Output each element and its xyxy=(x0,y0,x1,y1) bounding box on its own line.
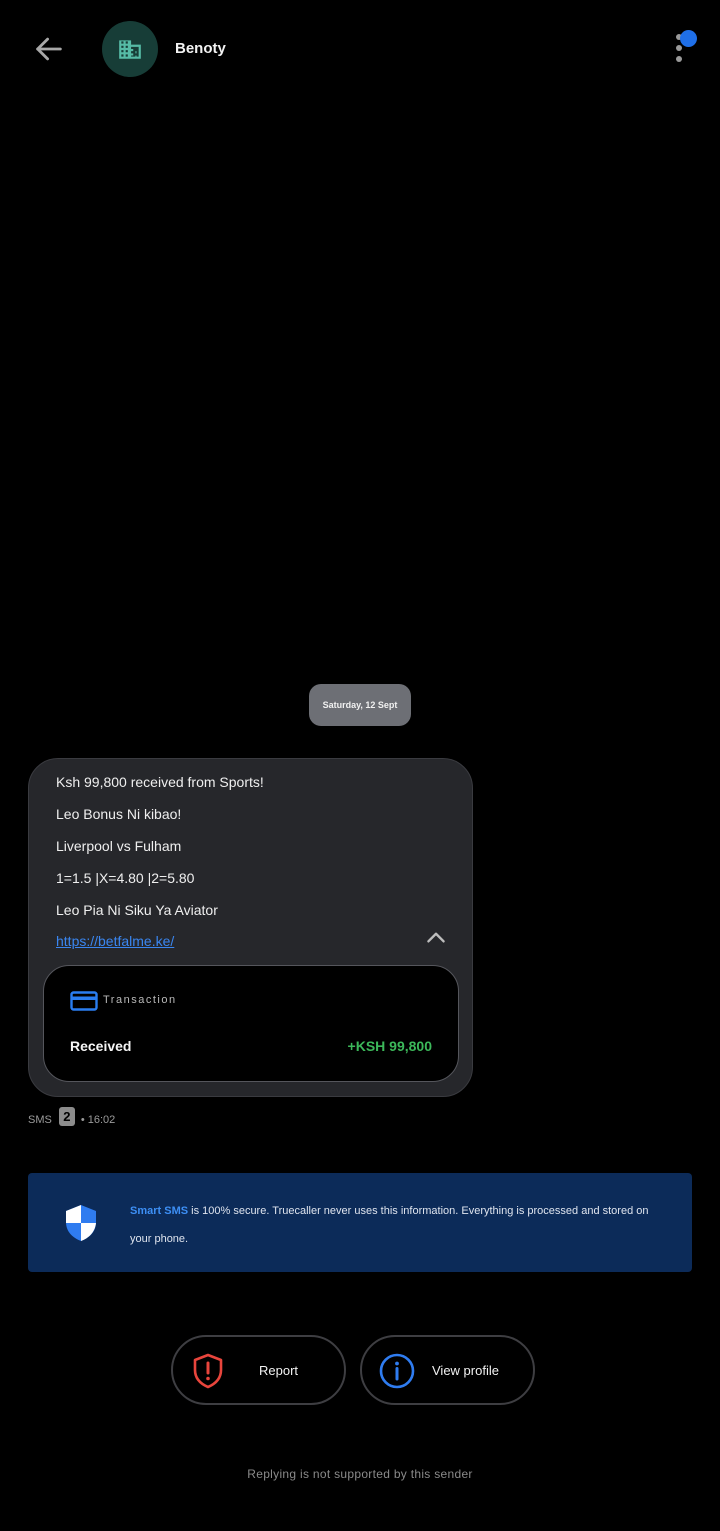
message-channel: SMS xyxy=(28,1114,52,1126)
view-profile-button[interactable]: View profile xyxy=(360,1335,535,1405)
reply-not-supported-note: Replying is not supported by this sender xyxy=(247,1467,473,1481)
smart-sms-banner: Smart SMS is 100% secure. Truecaller nev… xyxy=(28,1173,692,1272)
message-bubble[interactable]: Ksh 99,800 received from Sports! Leo Bon… xyxy=(28,758,473,1097)
more-vertical-icon-dot xyxy=(676,45,682,51)
report-label: Report xyxy=(259,1363,299,1378)
more-vertical-icon-dot xyxy=(676,56,682,62)
message-line: Liverpool vs Fulham xyxy=(56,838,182,854)
avatar[interactable] xyxy=(102,21,158,77)
smart-sms-text: Smart SMS is 100% secure. Truecaller nev… xyxy=(130,1197,670,1253)
notification-dot xyxy=(680,30,697,47)
message-line: 1=1.5 |X=4.80 |2=5.80 xyxy=(56,870,195,886)
message-link[interactable]: https://betfalme.ke/ xyxy=(56,933,174,949)
message-time: • 16:02 xyxy=(80,1114,116,1126)
sim-icon: 2 xyxy=(58,1106,75,1126)
transaction-card[interactable]: Transaction Received +KSH 99,800 xyxy=(43,965,459,1082)
smart-sms-strong: Smart SMS xyxy=(130,1205,189,1217)
conversation-header: Benoty xyxy=(0,0,720,98)
smart-sms-body: is 100% secure. Truecaller never uses th… xyxy=(130,1205,649,1245)
credit-card-icon xyxy=(70,991,98,1011)
message-line: Leo Pia Ni Siku Ya Aviator xyxy=(56,902,218,918)
report-shield-icon xyxy=(193,1353,223,1389)
transaction-label: Transaction xyxy=(103,994,177,1006)
date-separator: Saturday, 12 Sept xyxy=(309,684,411,726)
report-button[interactable]: Report xyxy=(171,1335,346,1405)
back-button[interactable] xyxy=(28,28,70,70)
info-icon xyxy=(379,1353,415,1389)
message-meta: SMS 2 • 16:02 xyxy=(28,1106,116,1132)
sender-name[interactable]: Benoty xyxy=(175,40,226,57)
chevron-up-icon xyxy=(427,932,445,943)
transaction-amount: +KSH 99,800 xyxy=(347,1038,432,1054)
transaction-type: Received xyxy=(70,1038,132,1054)
view-profile-label: View profile xyxy=(432,1363,499,1378)
collapse-button[interactable] xyxy=(423,927,449,947)
message-line: Ksh 99,800 received from Sports! xyxy=(56,774,264,790)
shield-icon xyxy=(66,1205,96,1241)
message-line: Leo Bonus Ni kibao! xyxy=(56,806,182,822)
arrow-left-icon xyxy=(36,37,62,61)
building-icon xyxy=(119,40,141,59)
